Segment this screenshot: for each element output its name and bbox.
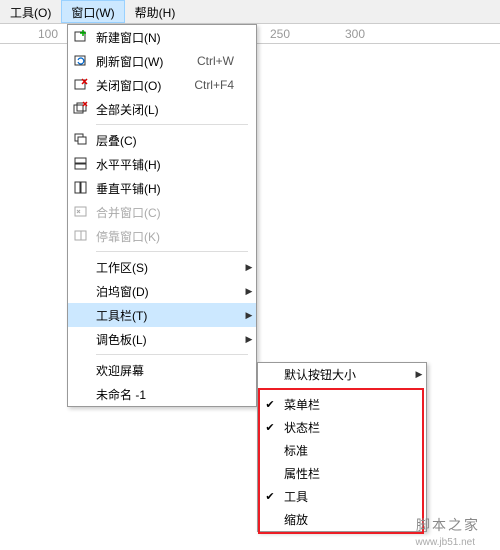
menuitem-toolbars[interactable]: 工具栏(T)▶ [68,303,256,327]
watermark-url: www.jb51.net [416,537,475,548]
menuitem-cascade[interactable]: 层叠(C) [68,128,256,152]
tile-v-icon [68,180,94,196]
dock-icon [68,228,94,244]
tile-h-icon [68,156,94,172]
menuitem-document-unnamed[interactable]: 未命名 -1 [68,382,256,406]
combine-icon [68,204,94,220]
menuitem-dock-window: 停靠窗口(K) [68,224,256,248]
menu-tools[interactable]: 工具(O) [0,0,61,23]
menubar: 工具(O) 窗口(W) 帮助(H) [0,0,500,24]
menu-help[interactable]: 帮助(H) [125,0,186,23]
subitem-propbar[interactable]: 属性栏 [258,462,426,485]
close-window-icon [68,77,94,93]
menuitem-workspace[interactable]: 工作区(S)▶ [68,255,256,279]
cascade-icon [68,132,94,148]
subitem-tools[interactable]: ✔工具 [258,485,426,508]
new-window-icon [68,29,94,45]
check-icon: ✔ [258,490,282,503]
check-icon: ✔ [258,421,282,434]
menuitem-palettes[interactable]: 调色板(L)▶ [68,327,256,351]
check-icon: ✔ [258,398,282,411]
menuitem-welcome[interactable]: 欢迎屏幕 [68,358,256,382]
window-menu-dropdown: 新建窗口(N) 刷新窗口(W)Ctrl+W 关闭窗口(O)Ctrl+F4 全部关… [67,24,257,407]
close-all-icon [68,101,94,117]
subitem-statusbar[interactable]: ✔状态栏 [258,416,426,439]
refresh-icon [68,53,94,69]
subitem-zoom[interactable]: 缩放 [258,508,426,531]
subitem-standard[interactable]: 标准 [258,439,426,462]
menuitem-tile-horizontal[interactable]: 水平平铺(H) [68,152,256,176]
subitem-default-size[interactable]: 默认按钮大小▶ [258,363,426,386]
menuitem-new-window[interactable]: 新建窗口(N) [68,25,256,49]
menu-window[interactable]: 窗口(W) [61,0,124,23]
menuitem-tile-vertical[interactable]: 垂直平铺(H) [68,176,256,200]
menuitem-close-all[interactable]: 全部关闭(L) [68,97,256,121]
watermark-text: 脚本之家 [416,515,480,535]
menuitem-dockers[interactable]: 泊坞窗(D)▶ [68,279,256,303]
menuitem-combine-window: 合并窗口(C) [68,200,256,224]
menuitem-refresh-window[interactable]: 刷新窗口(W)Ctrl+W [68,49,256,73]
subitem-menubar[interactable]: ✔菜单栏 [258,393,426,416]
menuitem-close-window[interactable]: 关闭窗口(O)Ctrl+F4 [68,73,256,97]
toolbars-submenu: 默认按钮大小▶ ✔菜单栏 ✔状态栏 标准 属性栏 ✔工具 缩放 [257,362,427,532]
